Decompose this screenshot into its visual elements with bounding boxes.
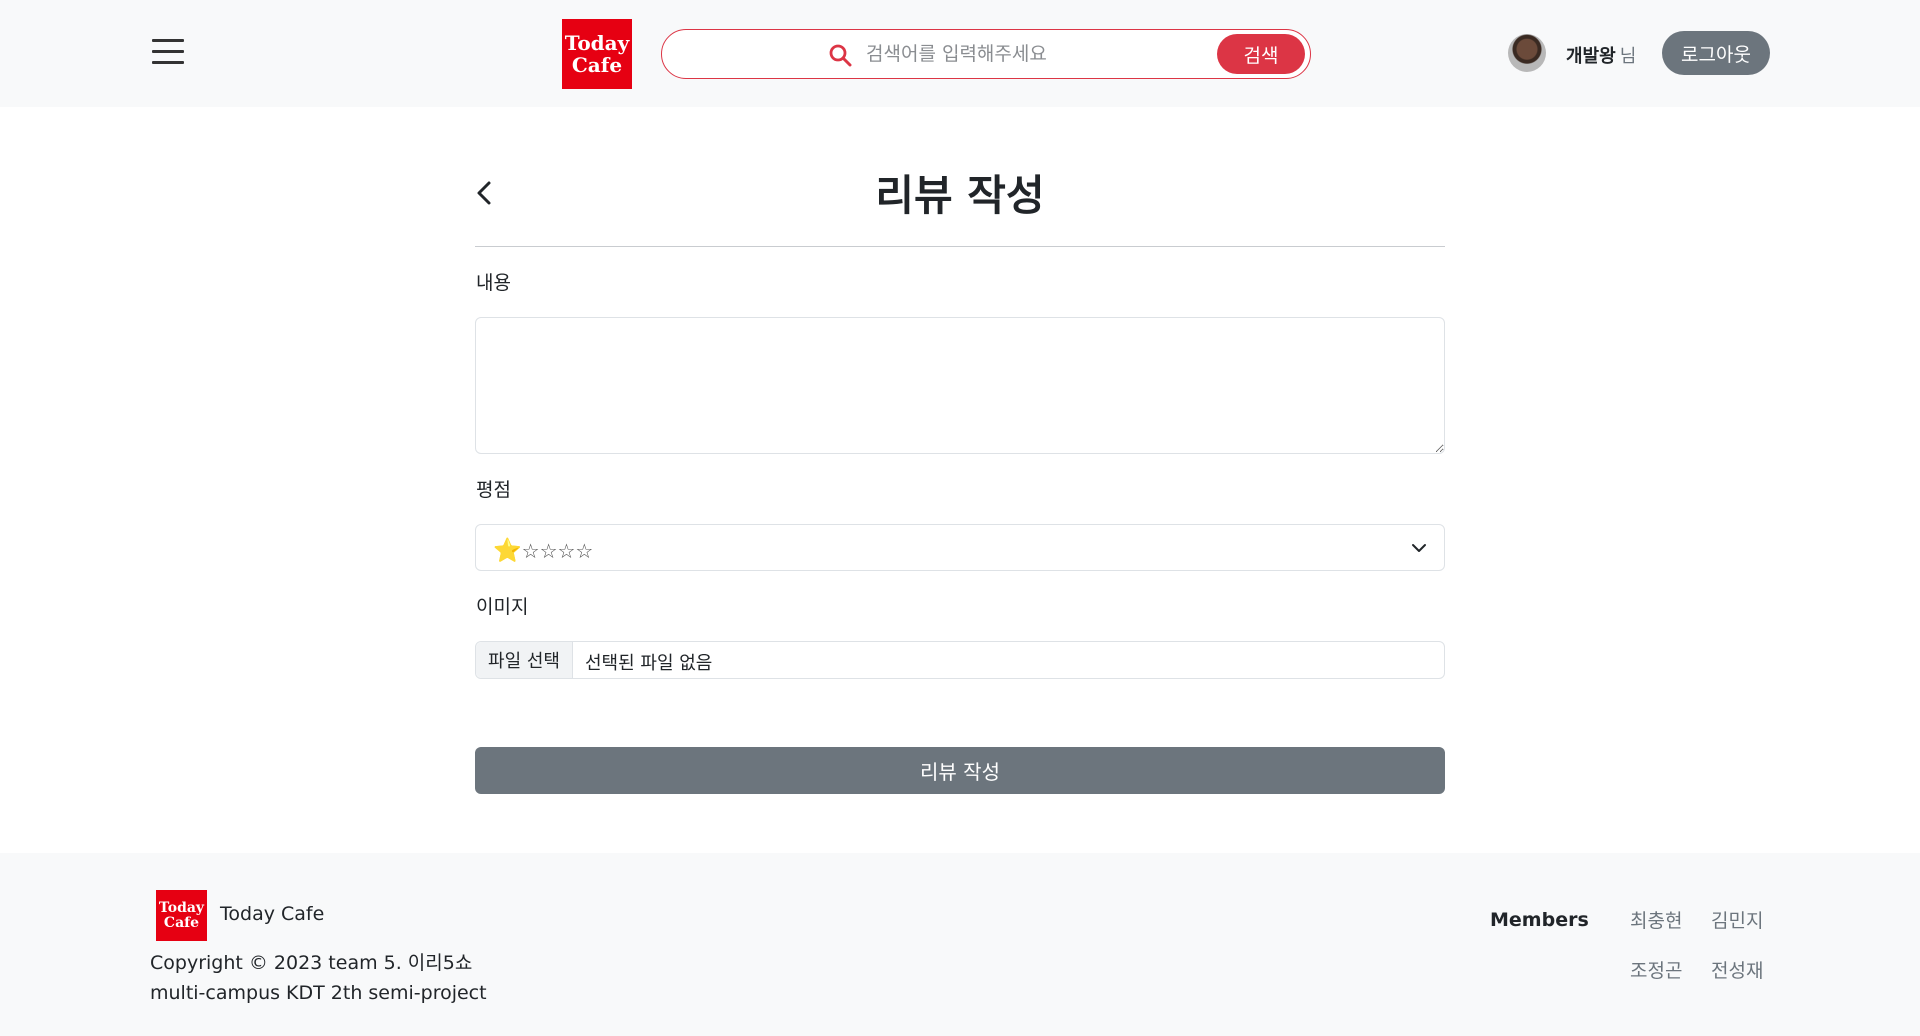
content-label: 내용 [476,272,511,294]
chevron-down-icon [1412,544,1426,552]
header: Today Cafe 검색 개발왕님 로그아웃 [0,0,1920,107]
file-status: 선택된 파일 없음 [585,653,713,674]
logo[interactable]: Today Cafe [562,19,632,89]
image-label: 이미지 [476,596,529,618]
footer-project: multi-campus KDT 2th semi-project [150,982,487,1004]
page-title: 리뷰 작성 [875,171,1045,220]
logo-line2: Cafe [571,53,623,77]
rating-label: 평점 [476,479,511,501]
search-icon [829,44,852,67]
member-link[interactable]: 전성재 [1711,956,1763,983]
member-link[interactable]: 조정곤 [1630,956,1682,983]
footer-brand: Today Cafe [220,903,325,925]
footer-logo-line2: Cafe [163,914,200,931]
search-bar: 검색 [661,29,1311,79]
content-textarea[interactable] [475,317,1445,454]
hamburger-icon[interactable] [152,39,184,67]
footer-logo[interactable]: Today Cafe [156,890,207,941]
footer-logo-line1: Today [158,899,205,916]
rating-selected-value: ⭐☆☆☆☆ [493,537,594,565]
avatar[interactable] [1508,34,1546,72]
member-link[interactable]: 최충현 [1630,906,1682,933]
footer-copyright-block: Copyright © 2023 team 5. 이리5쇼 multi-camp… [150,948,487,1008]
file-select-button[interactable]: 파일 선택 [476,642,573,678]
members-label: Members [1490,909,1589,931]
member-link[interactable]: 김민지 [1711,906,1763,933]
logout-button[interactable]: 로그아웃 [1662,31,1770,75]
username: 개발왕 [1566,46,1616,67]
search-input[interactable] [866,38,1206,70]
star-empty-icons: ☆☆☆☆ [521,539,594,563]
search-button[interactable]: 검색 [1217,34,1305,74]
file-input[interactable]: 파일 선택 선택된 파일 없음 [475,641,1445,679]
footer-copyright: Copyright © 2023 team 5. 이리5쇼 [150,952,473,974]
rating-select[interactable]: ⭐☆☆☆☆ [475,524,1445,571]
title-divider [475,246,1445,247]
logo-line1: Today [564,31,630,55]
submit-review-button[interactable]: 리뷰 작성 [475,747,1445,794]
star-filled-icon: ⭐ [493,538,523,565]
footer: Today Cafe Today Cafe Copyright © 2023 t… [0,853,1920,1036]
user-greeting: 개발왕 님 [1566,42,1636,68]
username-suffix: 님 [1619,46,1637,67]
